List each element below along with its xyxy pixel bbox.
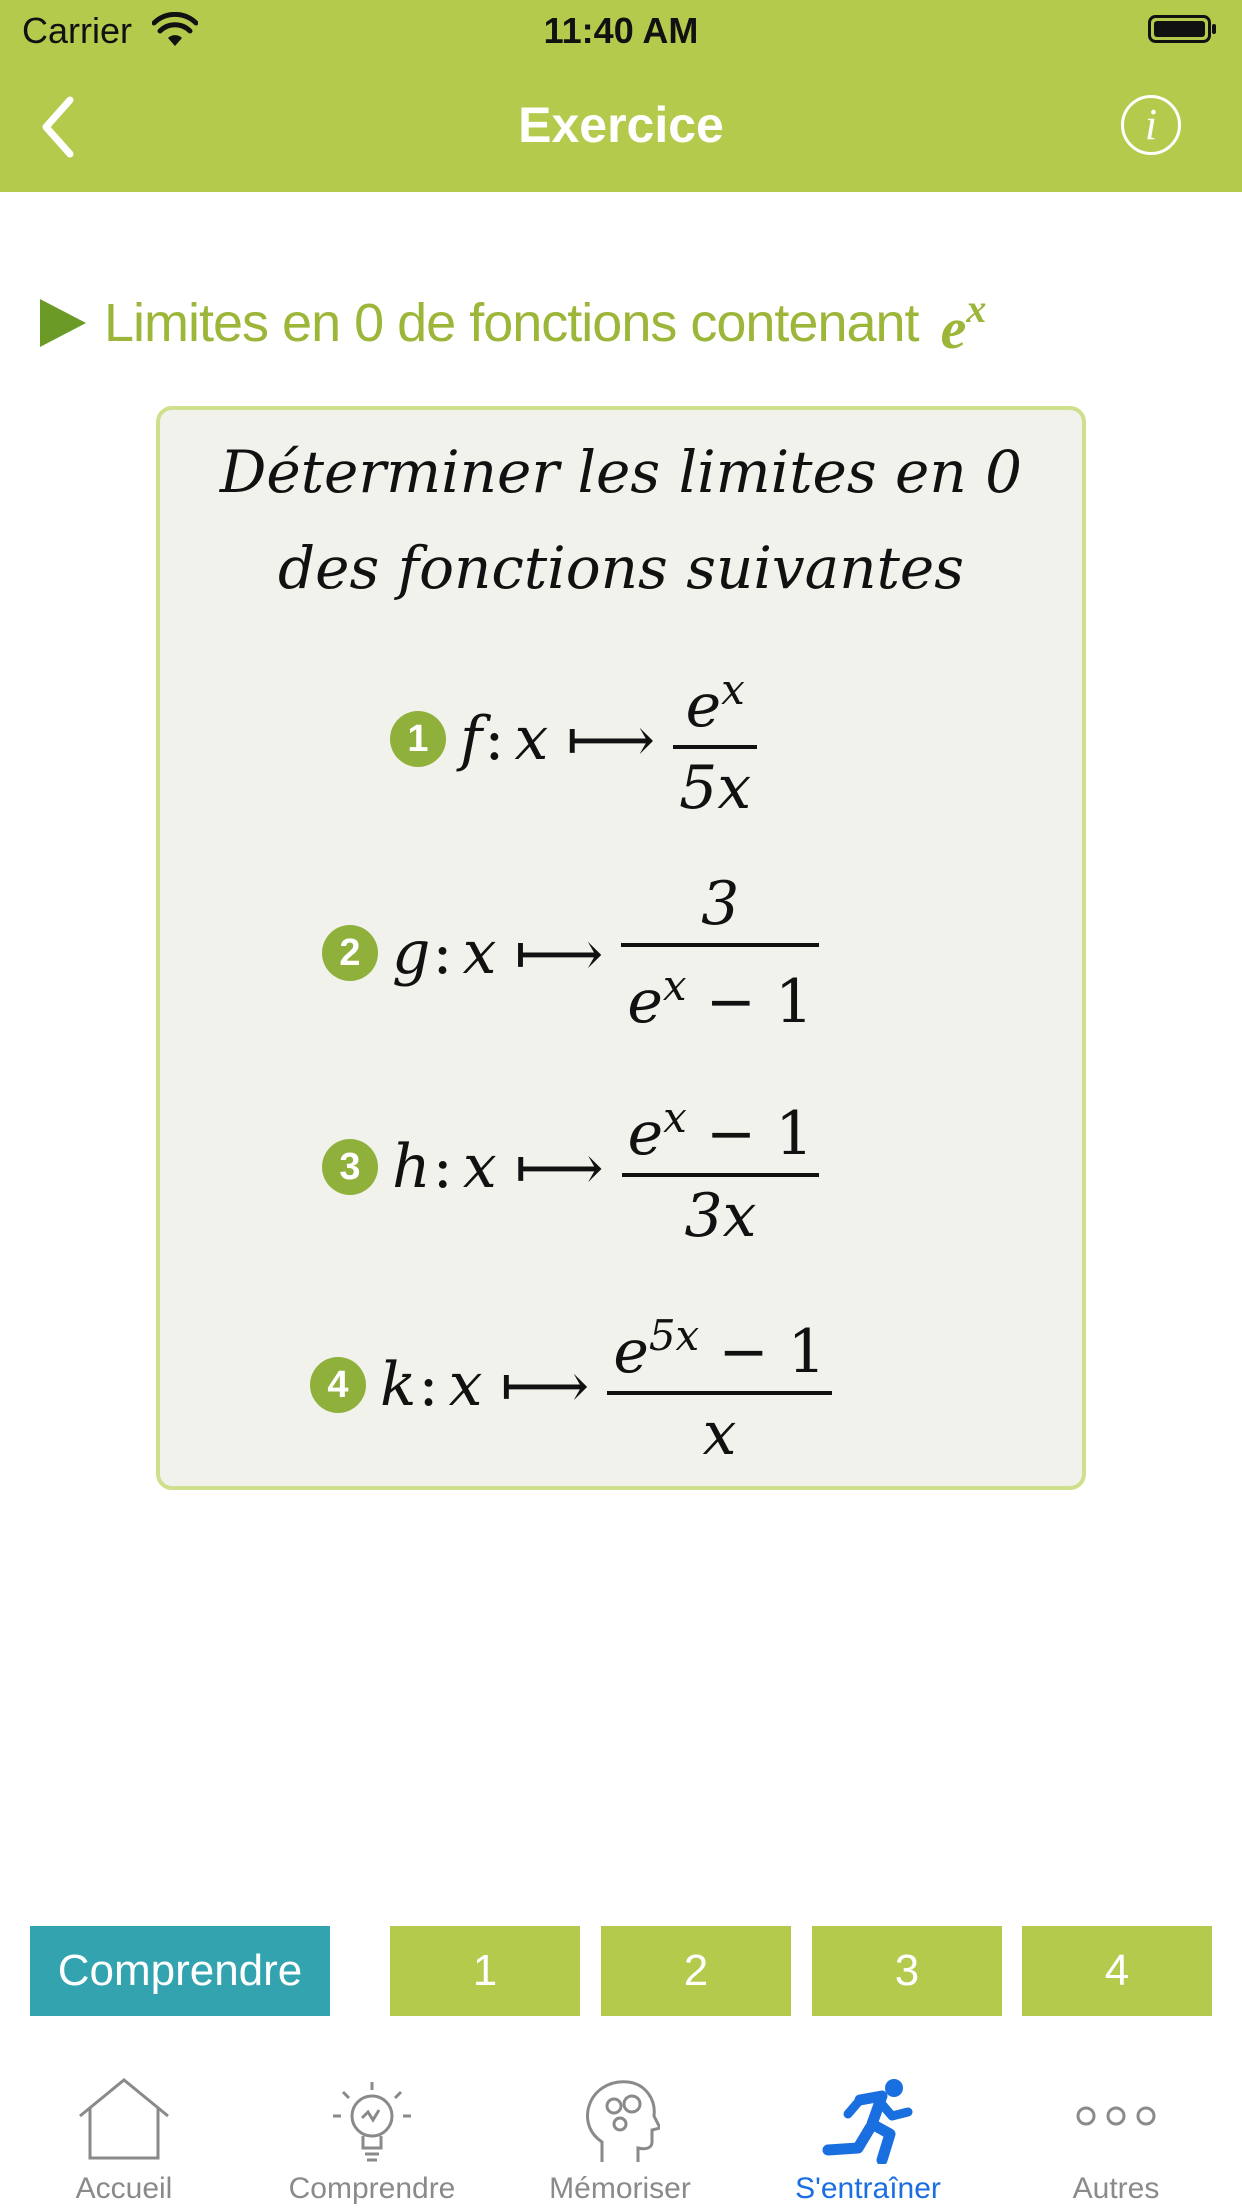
runner-icon bbox=[822, 2079, 913, 2164]
prompt-line-2: des fonctions suivantes bbox=[278, 534, 964, 602]
function-name: f bbox=[460, 704, 483, 774]
fraction-denominator: x bbox=[702, 1399, 737, 1469]
battery-icon bbox=[1148, 15, 1216, 43]
page-4-button[interactable]: 4 bbox=[1022, 1926, 1212, 2016]
section-heading-math: ex bbox=[940, 285, 987, 361]
item-number-badge: 4 bbox=[310, 1357, 366, 1413]
top-bar: Carrier 11:40 AM Exercice i bbox=[0, 0, 1242, 192]
function-variable: x bbox=[462, 1132, 497, 1202]
tab-autres[interactable]: Autres bbox=[992, 2048, 1240, 2208]
house-icon bbox=[79, 2078, 169, 2160]
section-heading-text: Limites en 0 de fonctions contenant bbox=[104, 293, 920, 353]
function-name: h bbox=[392, 1132, 431, 1202]
tab-label: Mémoriser bbox=[549, 2172, 691, 2205]
maps-to-arrow: ⟼ bbox=[514, 916, 604, 990]
tab-label: S'entraîner bbox=[795, 2172, 941, 2205]
fraction-numerator: 3 bbox=[701, 869, 740, 939]
function-name: k bbox=[380, 1350, 417, 1420]
fraction-denominator: ex − 1 bbox=[627, 961, 814, 1037]
function-variable: x bbox=[514, 704, 549, 774]
maps-to-arrow: ⟼ bbox=[500, 1348, 590, 1422]
fraction-denominator: 5x bbox=[679, 753, 752, 823]
fraction: e5x − 1 x bbox=[607, 1297, 832, 1473]
page-1-button[interactable]: 1 bbox=[390, 1926, 580, 2016]
tab-sentrainer[interactable]: S'entraîner bbox=[744, 2048, 992, 2208]
tab-comprendre[interactable]: Comprendre bbox=[248, 2048, 496, 2208]
info-button[interactable]: i bbox=[1121, 95, 1181, 155]
fraction-denominator: 3x bbox=[684, 1181, 757, 1251]
exercise-item-2: 2 g : x ⟼ 3 ex − 1 bbox=[322, 865, 820, 1041]
exercise-prompt: Déterminer les limites en 0 des fonction… bbox=[160, 424, 1082, 616]
page-2-button[interactable]: 2 bbox=[601, 1926, 791, 2016]
tab-bar: Accueil Comprendre Mémoriser S'entraîner bbox=[0, 2048, 1242, 2208]
item-number-badge: 3 bbox=[322, 1139, 378, 1195]
tab-label: Accueil bbox=[75, 2172, 173, 2205]
maps-to-arrow: ⟼ bbox=[514, 1130, 604, 1204]
tab-memoriser[interactable]: Mémoriser bbox=[496, 2048, 744, 2208]
fraction-numerator: ex bbox=[685, 665, 745, 741]
play-triangle-icon bbox=[40, 299, 86, 347]
function-variable: x bbox=[448, 1350, 483, 1420]
function-variable: x bbox=[462, 918, 497, 988]
exercise-card: Déterminer les limites en 0 des fonction… bbox=[156, 406, 1086, 1490]
prompt-line-1: Déterminer les limites en 0 bbox=[219, 438, 1023, 506]
item-number-badge: 2 bbox=[322, 925, 378, 981]
tab-label: Comprendre bbox=[288, 2172, 456, 2205]
fraction: 3 ex − 1 bbox=[621, 865, 820, 1041]
brain-gears-icon bbox=[586, 2080, 660, 2162]
exercise-item-3: 3 h : x ⟼ ex − 1 3x bbox=[322, 1079, 820, 1255]
fraction: ex − 1 3x bbox=[621, 1079, 820, 1255]
status-bar: Carrier 11:40 AM bbox=[0, 0, 1242, 62]
fraction: ex 5x bbox=[673, 651, 758, 827]
maps-to-arrow: ⟼ bbox=[566, 702, 656, 776]
tab-accueil[interactable]: Accueil bbox=[0, 2048, 248, 2208]
tab-label: Autres bbox=[1072, 2172, 1160, 2205]
status-time: 11:40 AM bbox=[543, 10, 699, 51]
exercise-item-1: 1 f : x ⟼ ex 5x bbox=[390, 651, 758, 827]
fraction-numerator: e5x − 1 bbox=[613, 1311, 826, 1387]
fraction-numerator: ex − 1 bbox=[627, 1093, 814, 1169]
lightbulb-icon bbox=[333, 2082, 411, 2162]
function-name: g bbox=[392, 918, 431, 988]
item-number-badge: 1 bbox=[390, 711, 446, 767]
nav-title: Exercice bbox=[518, 97, 724, 153]
exercise-item-4: 4 k : x ⟼ e5x − 1 x bbox=[310, 1300, 832, 1470]
more-dots-icon bbox=[1076, 2106, 1156, 2126]
page-3-button[interactable]: 3 bbox=[812, 1926, 1002, 2016]
comprendre-button[interactable]: Comprendre bbox=[30, 1926, 330, 2016]
section-heading: Limites en 0 de fonctions contenant ex bbox=[40, 286, 986, 361]
